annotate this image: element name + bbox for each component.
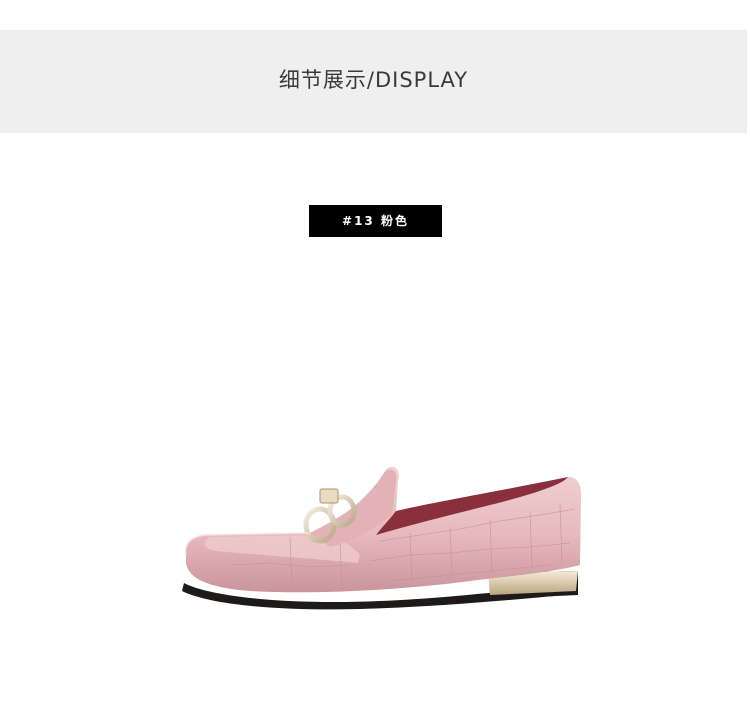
section-title: 细节展示/DISPLAY xyxy=(278,68,469,92)
color-variant-tag: #13 粉色 xyxy=(309,205,442,237)
loafer-shoe-image xyxy=(182,467,582,610)
buckle-bar xyxy=(319,488,339,504)
